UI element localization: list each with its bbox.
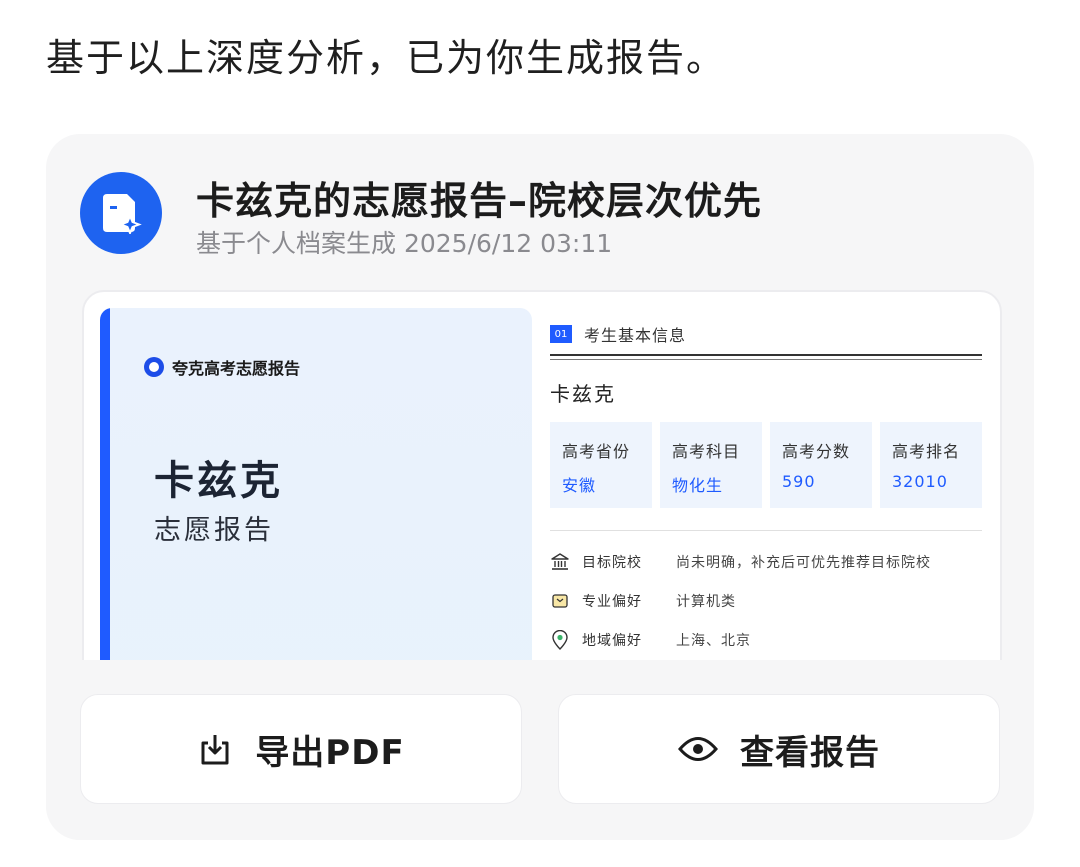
institution-icon <box>550 552 570 572</box>
pref-value: 尚未明确，补充后可优先推荐目标院校 <box>676 555 931 571</box>
stat-value: 590 <box>782 472 816 491</box>
section-number: 01 <box>550 325 572 343</box>
stat-value: 32010 <box>892 472 948 491</box>
student-name: 卡兹克 <box>550 382 616 406</box>
pref-target-school: 目标院校 尚未明确，补充后可优先推荐目标院校 <box>550 550 931 574</box>
pref-value: 计算机类 <box>676 594 736 610</box>
pref-region: 地域偏好 上海、北京 <box>550 628 751 652</box>
stat-value: 物化生 <box>672 476 724 495</box>
view-report-button[interactable]: 查看报告 <box>558 694 1000 804</box>
cover-brand: 夸克高考志愿报告 <box>144 354 300 380</box>
cover-subtitle: 志愿报告 <box>154 515 274 546</box>
section-divider-thin <box>550 359 982 360</box>
stat-label: 高考分数 <box>782 442 851 461</box>
report-title: 卡兹克的志愿报告–院校层次优先 <box>196 179 763 223</box>
brand-logo-icon <box>144 357 164 377</box>
stat-label: 高考排名 <box>892 442 961 461</box>
stat-label: 高考省份 <box>562 442 631 461</box>
report-avatar <box>80 172 162 254</box>
pref-label: 地域偏好 <box>582 633 642 649</box>
score-stats: 高考省份 安徽 高考科目 物化生 高考分数 590 高考排名 32010 <box>550 422 982 508</box>
report-document-icon <box>103 194 142 234</box>
pref-major: 专业偏好 计算机类 <box>550 589 736 613</box>
eye-icon <box>678 734 718 764</box>
stats-divider <box>550 530 982 531</box>
view-report-label: 查看报告 <box>740 732 880 773</box>
section-title: 考生基本信息 <box>584 326 687 345</box>
report-card[interactable]: 卡兹克的志愿报告–院校层次优先 基于个人档案生成 2025/6/12 03:11… <box>46 134 1034 840</box>
stat-score: 高考分数 590 <box>770 422 872 508</box>
report-subtitle: 基于个人档案生成 2025/6/12 03:11 <box>196 229 613 258</box>
section-divider <box>550 354 982 356</box>
brand-name: 夸克高考志愿报告 <box>172 359 301 378</box>
section-header: 01 考生基本信息 <box>550 322 686 346</box>
export-pdf-label: 导出PDF <box>255 732 405 773</box>
stat-rank: 高考排名 32010 <box>880 422 982 508</box>
major-icon <box>550 591 570 611</box>
pref-label: 目标院校 <box>582 555 642 571</box>
pref-label: 专业偏好 <box>582 594 642 610</box>
intro-message: 基于以上深度分析，已为你生成报告。 <box>46 36 727 80</box>
action-bar: 导出PDF 查看报告 <box>46 660 1034 840</box>
cover-student-name: 卡兹克 <box>154 458 283 504</box>
stat-province: 高考省份 安徽 <box>550 422 652 508</box>
export-pdf-button[interactable]: 导出PDF <box>80 694 522 804</box>
export-icon <box>197 731 233 767</box>
pref-value: 上海、北京 <box>676 633 751 649</box>
stat-value: 安徽 <box>562 476 597 495</box>
stat-label: 高考科目 <box>672 442 741 461</box>
location-pin-icon <box>550 630 570 650</box>
stat-subjects: 高考科目 物化生 <box>660 422 762 508</box>
